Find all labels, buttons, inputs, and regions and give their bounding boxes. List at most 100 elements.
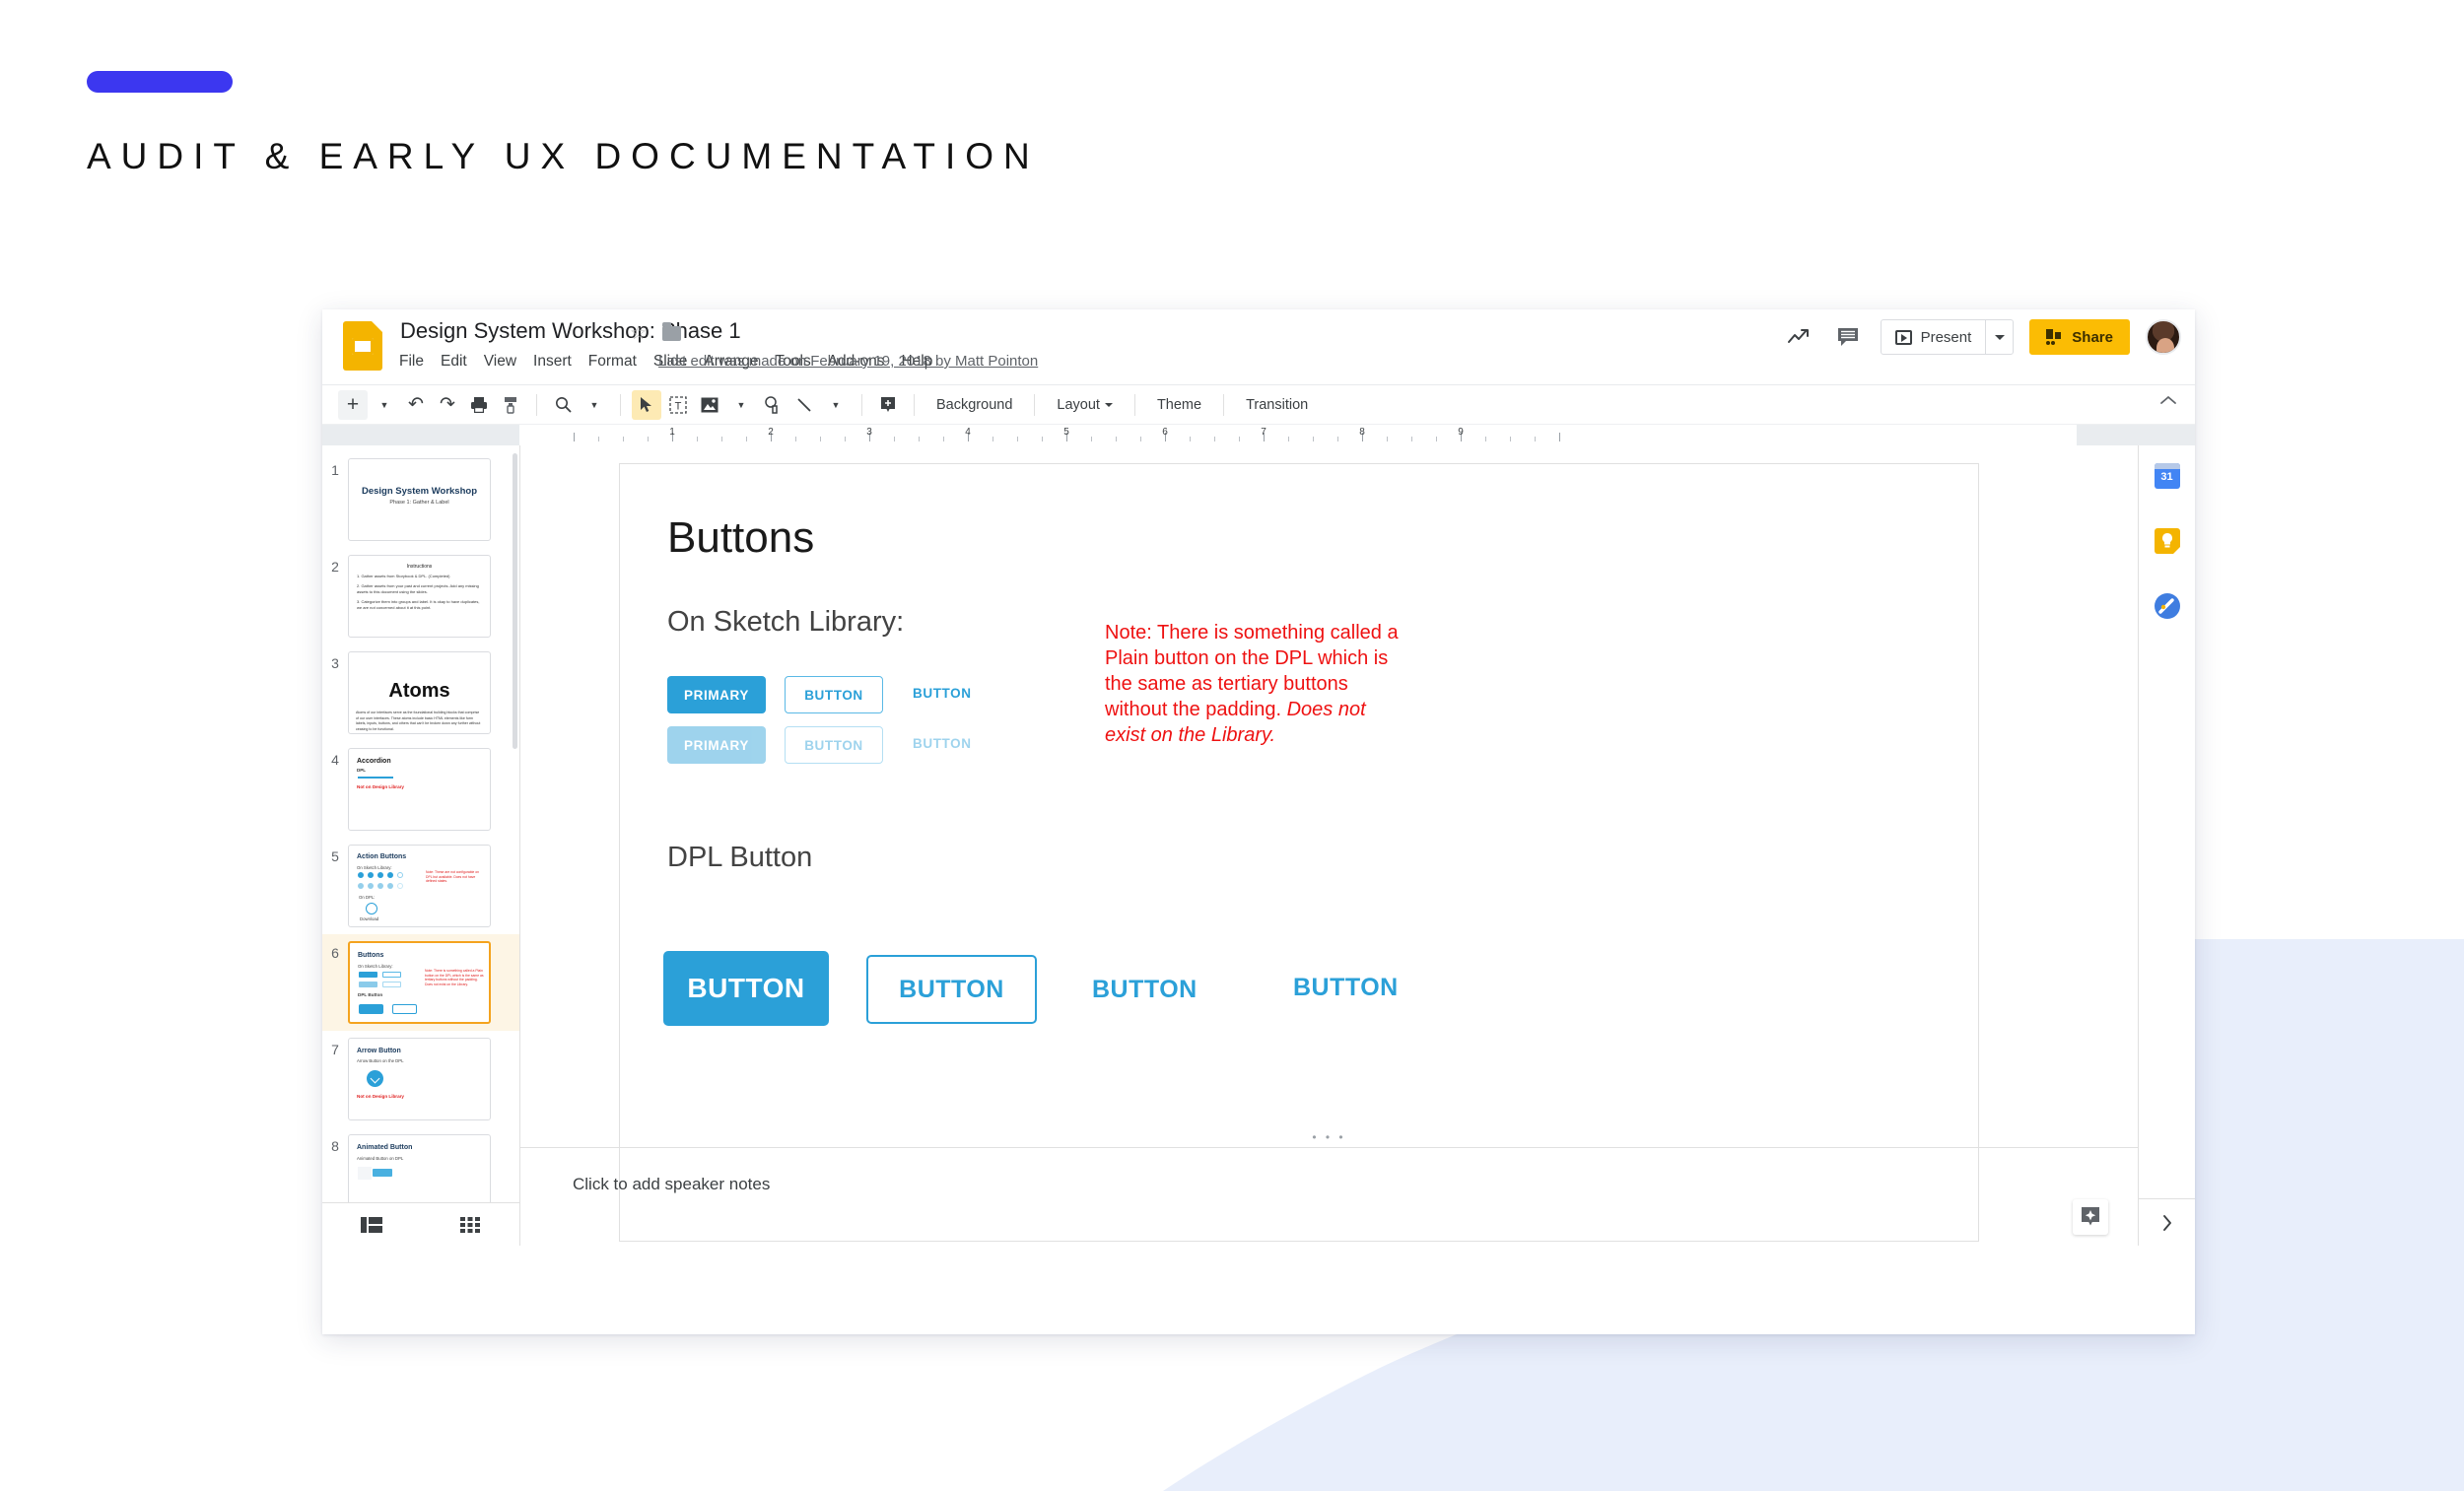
speaker-notes-pane[interactable]: Click to add speaker notes: [520, 1147, 2138, 1246]
page-root: AUDIT & EARLY UX DOCUMENTATION Design Sy…: [0, 0, 2464, 1491]
present-dropdown-button[interactable]: [1985, 320, 2013, 354]
slide-number: 5: [331, 848, 339, 864]
star-icon[interactable]: ☆: [630, 322, 647, 345]
text-box-button[interactable]: T: [663, 390, 693, 420]
share-button[interactable]: Share: [2029, 319, 2130, 355]
zoom-button[interactable]: [548, 390, 578, 420]
transition-button[interactable]: Transition: [1235, 390, 1319, 420]
speaker-notes-placeholder[interactable]: Click to add speaker notes: [573, 1175, 770, 1194]
list-item[interactable]: 2 Instructions 1. Gather assets from Sto…: [322, 548, 519, 644]
slide-filmstrip[interactable]: 1 Design System Workshop Phase 1: Gather…: [322, 445, 520, 1246]
google-calendar-icon[interactable]: 31: [2154, 463, 2180, 489]
present-button[interactable]: Present: [1882, 320, 1986, 354]
filmstrip-scrollbar[interactable]: [513, 453, 517, 749]
redo-button[interactable]: ↷: [433, 390, 462, 420]
last-edit-link[interactable]: Last edit was made on February 19, 2018 …: [658, 353, 1038, 370]
list-item[interactable]: 5 Action Buttons On Sketch Library: On D…: [322, 838, 519, 934]
chevron-right-icon[interactable]: [2139, 1198, 2195, 1246]
line-caret[interactable]: ▼: [821, 390, 851, 420]
explore-button[interactable]: [2073, 1199, 2108, 1235]
ruler-tick: [746, 437, 747, 441]
slide-thumbnail[interactable]: Design System Workshop Phase 1: Gather &…: [348, 458, 491, 541]
menu-item-view[interactable]: View: [484, 353, 516, 371]
chevron-down-icon: [1104, 402, 1113, 407]
new-slide-button[interactable]: +: [338, 389, 368, 420]
slide-number: 6: [331, 945, 339, 961]
slide-section-sketch[interactable]: On Sketch Library:: [667, 606, 904, 639]
horizontal-ruler: 1 2 3 4 5 6 7 8 9: [322, 424, 2195, 445]
dpl-tertiary-button[interactable]: BUTTON: [1092, 957, 1198, 1022]
ruler-tick: [1411, 437, 1412, 441]
google-keep-icon[interactable]: [2154, 528, 2180, 554]
sketch-primary-button-disabled[interactable]: PRIMARY: [667, 726, 766, 764]
ruler-tick: [1559, 433, 1560, 441]
page-title: AUDIT & EARLY UX DOCUMENTATION: [87, 136, 1040, 176]
sketch-text-button-disabled[interactable]: BUTTON: [913, 736, 972, 751]
line-button[interactable]: [789, 390, 819, 420]
list-item[interactable]: 3 Atoms Atoms of our interfaces serve as…: [322, 644, 519, 741]
folder-icon[interactable]: [662, 322, 681, 341]
dpl-outline-button[interactable]: BUTTON: [866, 955, 1037, 1024]
menu-item-format[interactable]: Format: [588, 353, 637, 371]
sketch-outline-button[interactable]: BUTTON: [785, 676, 883, 713]
list-item[interactable]: 1 Design System Workshop Phase 1: Gather…: [322, 451, 519, 548]
menu-item-file[interactable]: File: [399, 353, 424, 371]
select-tool-button[interactable]: [632, 389, 661, 420]
slide-heading[interactable]: Buttons: [667, 513, 814, 563]
list-item[interactable]: 4 Accordion DPL Not on Design Library: [322, 741, 519, 838]
google-tasks-icon[interactable]: [2154, 593, 2180, 619]
canvas-area[interactable]: Buttons On Sketch Library: Note: There i…: [520, 445, 2138, 1242]
sketch-primary-button[interactable]: PRIMARY: [667, 676, 766, 713]
comment-icon[interactable]: [1831, 320, 1865, 354]
menu-item-edit[interactable]: Edit: [441, 353, 467, 371]
present-button-group[interactable]: Present: [1880, 319, 2015, 355]
thumb-button-row: [359, 982, 422, 987]
active-slide[interactable]: Buttons On Sketch Library: Note: There i…: [619, 463, 1979, 1242]
ruler-scale[interactable]: 1 2 3 4 5 6 7 8 9: [519, 425, 2077, 445]
menu-item-insert[interactable]: Insert: [533, 353, 572, 371]
dpl-plain-button[interactable]: BUTTON: [1293, 955, 1399, 1020]
slide-thumbnail[interactable]: Action Buttons On Sketch Library: On DPL…: [348, 845, 491, 927]
notes-drag-handle[interactable]: • • •: [1312, 1130, 1345, 1144]
calendar-day-label: 31: [2160, 471, 2173, 483]
ruler-tick: [1288, 437, 1289, 441]
zoom-caret[interactable]: ▼: [580, 390, 609, 420]
ruler-tick: [1190, 437, 1191, 441]
ruler-tick: [992, 437, 993, 441]
slide-thumbnail[interactable]: Instructions 1. Gather assets from Story…: [348, 555, 491, 638]
chevron-up-icon[interactable]: [2159, 393, 2177, 410]
slide-thumbnail[interactable]: Atoms Atoms of our interfaces serve as t…: [348, 651, 491, 734]
new-slide-caret[interactable]: ▼: [370, 390, 399, 420]
slide-thumbnail[interactable]: Accordion DPL Not on Design Library: [348, 748, 491, 831]
insert-image-button[interactable]: [695, 390, 724, 420]
paint-format-button[interactable]: [496, 390, 525, 420]
ruler-tick: [1116, 437, 1117, 441]
ruler-tick: [1239, 437, 1240, 441]
slide-thumbnail[interactable]: Arrow Button Arrow Button on the DPL Not…: [348, 1038, 491, 1120]
slide-thumbnail[interactable]: Buttons On Sketch Library: DPL Button No…: [348, 941, 491, 1024]
add-comment-button[interactable]: [873, 390, 903, 420]
dpl-primary-button[interactable]: BUTTON: [663, 951, 829, 1026]
print-button[interactable]: [464, 390, 494, 420]
avatar[interactable]: [2146, 319, 2181, 355]
sketch-outline-button-disabled[interactable]: BUTTON: [785, 726, 883, 764]
thumb-line: 2. Gather assets from your past and curr…: [357, 583, 479, 594]
slide-section-dpl[interactable]: DPL Button: [667, 842, 812, 874]
filmstrip-view-button[interactable]: [322, 1216, 421, 1234]
list-item[interactable]: 7 Arrow Button Arrow Button on the DPL N…: [322, 1031, 519, 1127]
background-button[interactable]: Background: [925, 390, 1023, 420]
svg-text:T: T: [675, 400, 682, 412]
sketch-text-button[interactable]: BUTTON: [913, 686, 972, 701]
thumb-title: Design System Workshop: [361, 486, 478, 497]
document-title[interactable]: Design System Workshop: Phase 1: [400, 318, 741, 344]
shape-button[interactable]: [758, 390, 787, 420]
undo-button[interactable]: ↶: [401, 390, 431, 420]
trending-up-icon[interactable]: [1782, 320, 1815, 354]
theme-button[interactable]: Theme: [1146, 390, 1212, 420]
grid-view-button[interactable]: [421, 1216, 519, 1234]
thumb-sub: On Sketch Library:: [358, 964, 393, 969]
insert-image-caret[interactable]: ▼: [726, 390, 756, 420]
layout-button[interactable]: Layout: [1046, 390, 1124, 420]
list-item-selected[interactable]: 6 Buttons On Sketch Library: DPL Button …: [322, 934, 519, 1031]
slide-note[interactable]: Note: There is something called a Plain …: [1105, 620, 1410, 748]
